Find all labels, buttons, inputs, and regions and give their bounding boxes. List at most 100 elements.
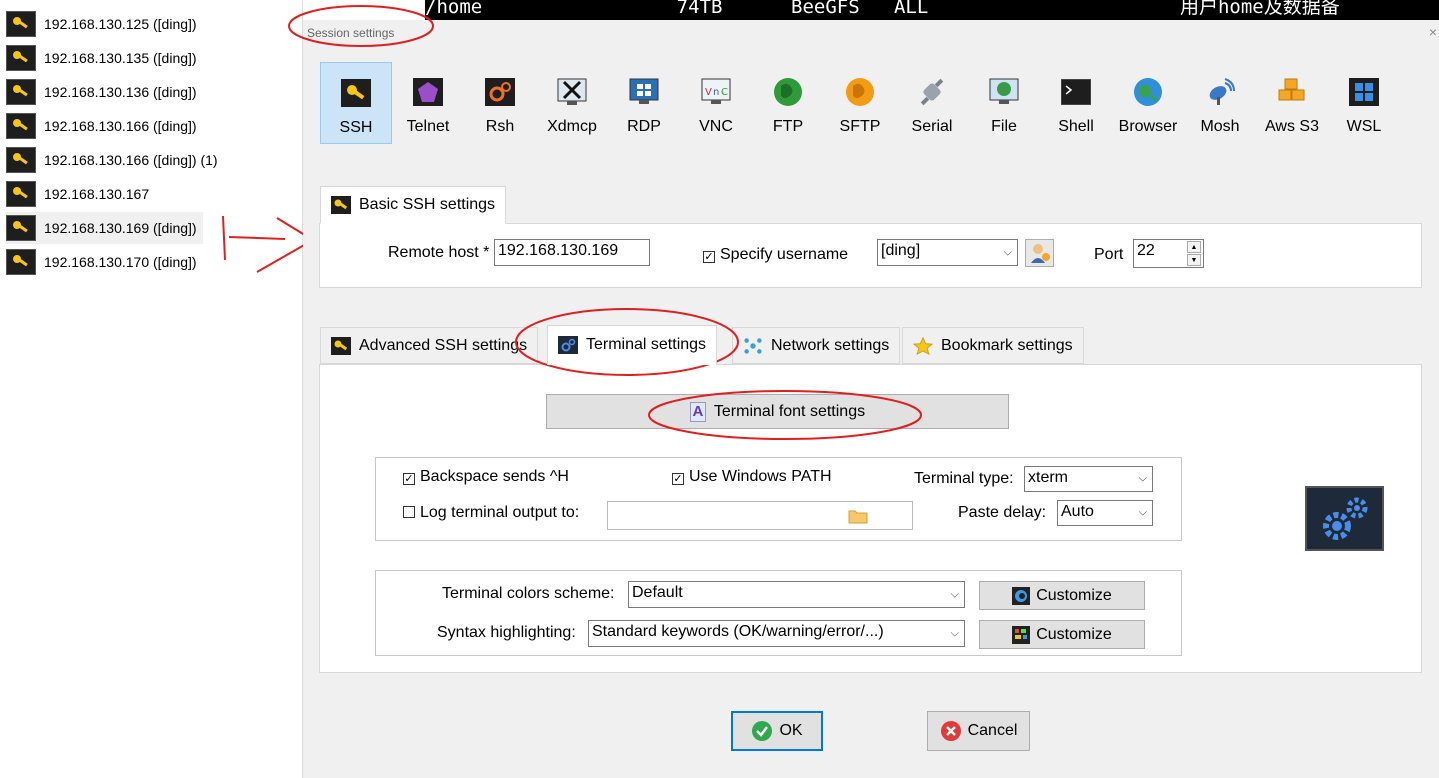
customize-colors-button[interactable]: Customize <box>979 581 1145 610</box>
cancel-icon <box>940 720 962 742</box>
key-icon <box>6 249 36 275</box>
session-label: 192.168.130.166 ([ding]) (1) <box>44 152 218 168</box>
tab-terminal-settings[interactable]: Terminal settings <box>547 325 718 365</box>
svg-text:C: C <box>721 87 728 98</box>
log-output-path-input[interactable] <box>607 501 913 530</box>
session-label: 192.168.130.167 <box>44 186 150 202</box>
session-type-shell[interactable]: Shell <box>1040 62 1112 144</box>
paste-delay-select[interactable]: Auto ⌵ <box>1057 500 1153 526</box>
key-icon <box>331 196 351 214</box>
log-output-checkbox[interactable]: Log terminal output to: <box>403 504 579 522</box>
key-icon <box>6 45 36 71</box>
key-icon <box>6 215 36 241</box>
file-icon <box>988 76 1020 108</box>
key-icon <box>340 77 372 109</box>
session-type-ftp[interactable]: FTP <box>752 62 824 144</box>
session-item[interactable]: 192.168.130.166 ([ding]) <box>6 110 203 142</box>
palette-icon <box>1012 586 1031 605</box>
colors-scheme-label: Terminal colors scheme: <box>442 585 615 602</box>
session-item[interactable]: 192.168.130.125 ([ding]) <box>6 8 203 40</box>
session-type-serial[interactable]: Serial <box>896 62 968 144</box>
remote-host-input[interactable]: 192.168.130.169 <box>494 239 650 266</box>
session-type-mosh[interactable]: Mosh <box>1184 62 1256 144</box>
session-item[interactable]: 192.168.130.135 ([ding]) <box>6 42 203 74</box>
session-item-selected[interactable]: 192.168.130.169 ([ding]) <box>6 212 203 244</box>
terminal-settings-panel: A Terminal font settings ✓ Backspace send… <box>319 364 1422 673</box>
session-type-xdmcp[interactable]: Xdmcp <box>536 62 608 144</box>
tab-advanced-ssh-settings[interactable]: Advanced SSH settings <box>320 327 539 364</box>
rsh-icon <box>484 76 516 108</box>
backspace-checkbox[interactable]: ✓ Backspace sends ^H <box>403 468 569 486</box>
session-type-sftp[interactable]: SFTP <box>824 62 896 144</box>
mosh-icon <box>1204 76 1236 108</box>
ok-button[interactable]: OK <box>731 711 823 751</box>
user-icon <box>1030 244 1050 263</box>
terminal-output-strip: /home 74TB BeeGFS ALL 用户home及数据备 <box>425 0 1439 20</box>
shell-icon <box>1060 76 1092 108</box>
session-type-vnc[interactable]: VnC VNC <box>680 62 752 144</box>
network-icon <box>743 337 763 355</box>
spin-down-icon[interactable]: ▼ <box>1187 254 1201 266</box>
key-icon <box>6 79 36 105</box>
terminal-gear-icon <box>558 336 578 354</box>
paste-delay-label: Paste delay: <box>958 504 1047 521</box>
cancel-button[interactable]: Cancel <box>927 711 1030 751</box>
svg-text:V: V <box>705 87 712 98</box>
ftp-icon <box>772 76 804 108</box>
session-label: 192.168.130.125 ([ding]) <box>44 16 197 32</box>
sftp-icon <box>844 76 876 108</box>
chevron-down-icon: ⌵ <box>1138 506 1147 519</box>
session-item[interactable]: 192.168.130.166 ([ding]) (1) <box>6 144 224 176</box>
customize-syntax-button[interactable]: Customize <box>979 620 1145 649</box>
chevron-down-icon: ⌵ <box>950 588 959 600</box>
checkbox-unchecked-icon <box>403 506 415 518</box>
session-label: 192.168.130.169 ([ding]) <box>44 220 197 236</box>
session-type-wsl[interactable]: WSL <box>1328 62 1400 144</box>
terminal-options-group: ✓ Backspace sends ^H ✓ Use Windows PATH Te… <box>375 457 1182 541</box>
close-button[interactable]: × <box>1429 24 1437 40</box>
session-type-rsh[interactable]: Rsh <box>464 62 536 144</box>
chevron-down-icon: ⌵ <box>1003 246 1012 258</box>
key-icon <box>6 181 36 207</box>
wsl-icon <box>1348 76 1380 108</box>
xdmcp-icon <box>556 76 588 108</box>
session-type-file[interactable]: File <box>968 62 1040 144</box>
serial-icon <box>916 76 948 108</box>
terminal-type-select[interactable]: xterm ⌵ <box>1024 466 1153 492</box>
windows-path-checkbox[interactable]: ✓ Use Windows PATH <box>672 468 832 486</box>
checkbox-checked-icon: ✓ <box>703 251 715 263</box>
user-manager-button[interactable] <box>1025 239 1054 267</box>
tab-basic-ssh-settings[interactable]: Basic SSH settings <box>320 186 507 224</box>
terminal-font-settings-button[interactable]: A Terminal font settings <box>546 394 1009 429</box>
svg-text:n: n <box>713 87 719 98</box>
session-type-aws-s3[interactable]: Aws S3 <box>1256 62 1328 144</box>
syntax-highlighting-select[interactable]: Standard keywords (OK/warning/error/...)… <box>588 620 965 647</box>
session-item[interactable]: 192.168.130.167 <box>6 178 155 210</box>
session-type-rdp[interactable]: RDP <box>608 62 680 144</box>
folder-icon[interactable] <box>848 508 868 529</box>
session-label: 192.168.130.170 ([ding]) <box>44 254 197 270</box>
checkbox-checked-icon: ✓ <box>672 473 684 485</box>
key-icon <box>331 336 351 355</box>
spin-up-icon[interactable]: ▲ <box>1187 241 1201 253</box>
session-item[interactable]: 192.168.130.170 ([ding]) <box>6 246 203 278</box>
session-type-ssh[interactable]: SSH <box>320 62 392 144</box>
session-item[interactable]: 192.168.130.136 ([ding]) <box>6 76 203 108</box>
terminal-type-label: Terminal type: <box>914 470 1014 487</box>
session-label: 192.168.130.135 ([ding]) <box>44 50 197 66</box>
basic-ssh-panel: Remote host * 192.168.130.169 ✓ Specify u… <box>319 223 1422 288</box>
chevron-down-icon: ⌵ <box>950 627 959 639</box>
session-type-browser[interactable]: Browser <box>1112 62 1184 144</box>
port-input[interactable]: 22 ▲ ▼ <box>1133 239 1204 268</box>
tab-network-settings[interactable]: Network settings <box>732 327 901 364</box>
star-icon <box>913 336 933 355</box>
telnet-icon <box>412 76 444 108</box>
key-icon <box>6 11 36 37</box>
syntax-highlighting-label: Syntax highlighting: <box>437 624 576 641</box>
tab-bookmark-settings[interactable]: Bookmark settings <box>902 327 1084 364</box>
username-select[interactable]: [ding] ⌵ <box>877 239 1018 266</box>
check-icon <box>751 720 773 742</box>
specify-username-checkbox[interactable]: ✓ Specify username <box>703 246 848 264</box>
colors-scheme-select[interactable]: Default ⌵ <box>628 581 965 608</box>
session-type-telnet[interactable]: Telnet <box>392 62 464 144</box>
